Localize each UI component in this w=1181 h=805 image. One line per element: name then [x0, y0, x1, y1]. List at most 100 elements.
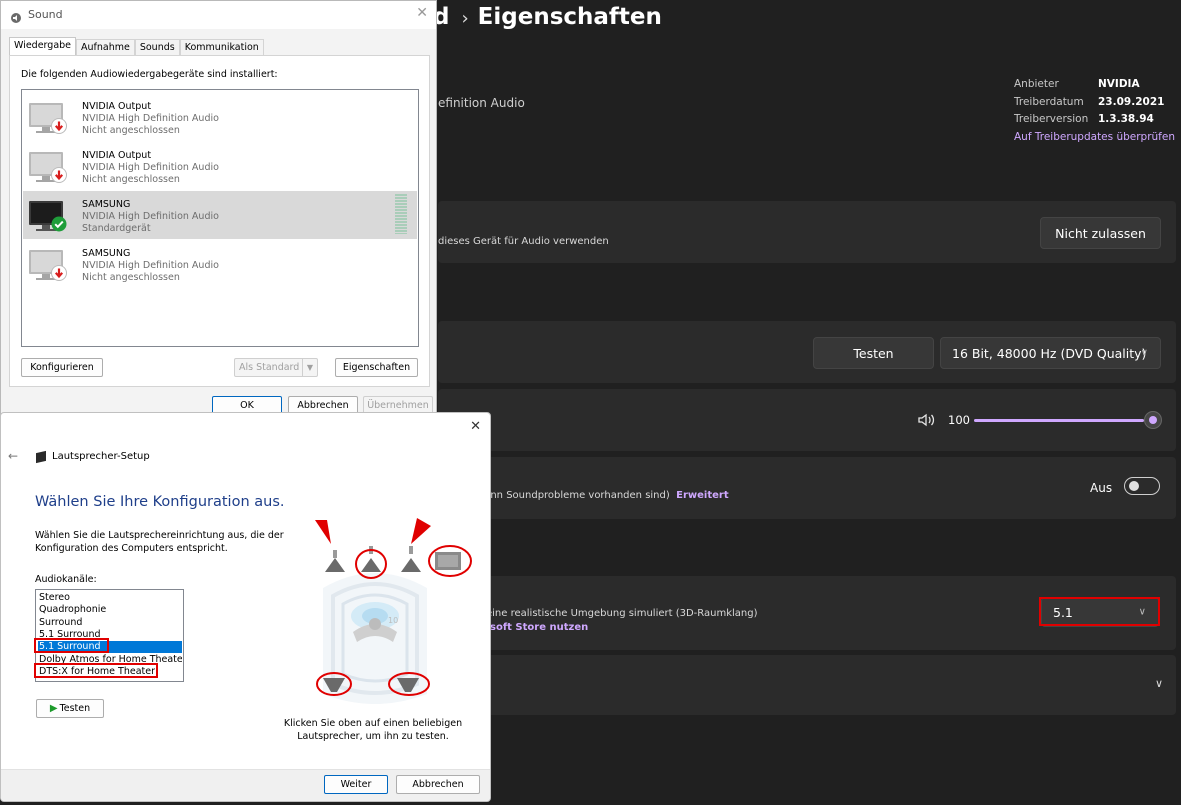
highlight-dtsx	[34, 663, 158, 678]
device-name: NVIDIA Output	[82, 101, 152, 112]
allow-audio-text: dieses Gerät für Audio verwenden	[438, 236, 609, 247]
sound-tabs: Wiedergabe Aufnahme Sounds Kommunikation	[9, 37, 264, 55]
speaker-diagram: 10	[315, 518, 472, 704]
format-card: Testen 16 Bit, 48000 Hz (DVD Quality) ∨	[438, 321, 1176, 383]
set-default-label: Als Standard	[239, 362, 300, 373]
set-default-button: Als Standard ▼	[234, 358, 318, 377]
svg-text:10: 10	[388, 616, 398, 625]
device-subtitle: efinition Audio	[438, 96, 525, 110]
volume-card: 100	[438, 389, 1176, 451]
cancel-button[interactable]: Abbrechen	[396, 775, 480, 794]
device-status: Nicht angeschlossen	[82, 125, 180, 136]
speaker-volume-icon	[918, 412, 936, 431]
playback-device-list[interactable]: NVIDIA Output NVIDIA High Definition Aud…	[21, 89, 419, 347]
configure-button[interactable]: Konfigurieren	[21, 358, 103, 377]
playback-panel: Die folgenden Audiowiedergabegeräte sind…	[9, 55, 430, 387]
list-item-surround[interactable]: Surround	[38, 617, 182, 629]
expander-card[interactable]: ∨	[438, 655, 1176, 715]
highlight-5-1-surround	[34, 638, 109, 653]
down-arrow-icon	[51, 118, 67, 138]
red-arrow-right-icon	[411, 518, 431, 544]
speaker-setup-icon	[36, 450, 46, 464]
test-button[interactable]: ▶ Testen	[36, 699, 104, 718]
device-driver: NVIDIA High Definition Audio	[82, 260, 219, 271]
front-left-speaker-icon	[325, 550, 345, 572]
test-format-button[interactable]: Testen	[813, 337, 934, 369]
driver-date-label: Treiberdatum	[1014, 95, 1084, 108]
properties-button[interactable]: Eigenschaften	[335, 358, 418, 377]
setup-heading: Wählen Sie Ihre Konfiguration aus.	[35, 494, 285, 510]
enhance-audio-card: halten, wenn Soundprobleme vorhanden sin…	[438, 457, 1176, 519]
format-value: 16 Bit, 48000 Hz (DVD Quality)	[952, 345, 1147, 361]
format-dropdown[interactable]: 16 Bit, 48000 Hz (DVD Quality) ∨	[940, 337, 1161, 369]
driver-update-link[interactable]: Auf Treiberupdates überprüfen	[1014, 131, 1175, 143]
device-driver: NVIDIA High Definition Audio	[82, 162, 219, 173]
page-title: Eigenschaften	[477, 4, 662, 30]
tab-communication[interactable]: Kommunikation	[179, 39, 264, 55]
devices-label: Die folgenden Audiowiedergabegeräte sind…	[21, 69, 278, 80]
tab-sounds[interactable]: Sounds	[134, 39, 180, 55]
front-right-speaker-icon	[401, 546, 421, 572]
list-item-device[interactable]: SAMSUNG NVIDIA High Definition Audio Nic…	[23, 240, 417, 288]
list-item-device[interactable]: NVIDIA Output NVIDIA High Definition Aud…	[23, 142, 417, 190]
allow-audio-card: dieses Gerät für Audio verwenden Nicht z…	[438, 201, 1176, 263]
down-arrow-icon	[51, 265, 67, 285]
device-name: NVIDIA Output	[82, 150, 152, 161]
list-item-device[interactable]: NVIDIA Output NVIDIA High Definition Aud…	[23, 93, 417, 141]
tab-recording[interactable]: Aufnahme	[76, 39, 135, 55]
checkmark-icon	[51, 216, 67, 236]
device-name: SAMSUNG	[82, 248, 131, 259]
sound-titlebar: Sound ✕	[1, 1, 436, 29]
setup-hint: Klicken Sie oben auf einen beliebigen La…	[283, 718, 463, 742]
close-icon[interactable]: ✕	[470, 419, 481, 434]
device-status: Nicht angeschlossen	[82, 174, 180, 185]
driver-info: Anbieter NVIDIA Treiberdatum 23.09.2021 Tr…	[1014, 76, 1175, 146]
close-icon[interactable]: ✕	[416, 5, 428, 21]
chevron-down-icon: ▼	[302, 359, 317, 376]
sound-dialog-title: Sound	[28, 8, 63, 21]
spatial-sound-card: eine realistische Umgebung simuliert (3D…	[438, 576, 1176, 650]
vendor-value: NVIDIA	[1098, 78, 1140, 90]
sound-dialog: Sound ✕ Wiedergabe Aufnahme Sounds Kommu…	[0, 0, 437, 420]
test-button-label: Testen	[59, 703, 91, 714]
dialog-footer: Weiter Abbrechen	[1, 769, 490, 801]
driver-version-value: 1.3.38.94	[1098, 113, 1154, 125]
device-status: Nicht angeschlossen	[82, 272, 180, 283]
next-button[interactable]: Weiter	[324, 775, 388, 794]
volume-slider-thumb[interactable]	[1144, 411, 1162, 429]
subwoofer-icon	[435, 552, 461, 570]
store-link[interactable]: soft Store nutzen	[490, 622, 588, 633]
red-arrow-left-icon	[315, 520, 331, 544]
breadcrumb: d › Eigenschaften	[433, 4, 662, 30]
disallow-button[interactable]: Nicht zulassen	[1040, 217, 1161, 249]
breadcrumb-separator: ›	[461, 8, 469, 29]
setup-description: Wählen Sie die Lautsprechereinrichtung a…	[35, 530, 284, 554]
speaker-setup-dialog: ✕ ← Lautsprecher-Setup Wählen Sie Ihre K…	[0, 412, 491, 802]
speaker-app-icon	[10, 9, 22, 23]
driver-version-label: Treiberversion	[1014, 113, 1089, 125]
device-driver: NVIDIA High Definition Audio	[82, 211, 219, 222]
vendor-label: Anbieter	[1014, 78, 1059, 90]
volume-level-meter	[395, 194, 407, 234]
tab-playback[interactable]: Wiedergabe	[9, 37, 77, 55]
play-icon: ▶	[49, 703, 58, 714]
down-arrow-icon	[51, 167, 67, 187]
back-arrow-icon[interactable]: ←	[8, 449, 18, 463]
chevron-down-icon[interactable]: ∨	[1155, 677, 1163, 690]
advanced-link[interactable]: Erweitert	[676, 490, 729, 501]
chevron-down-icon: ∨	[1140, 347, 1148, 359]
volume-value: 100	[948, 413, 970, 427]
enhance-audio-toggle[interactable]	[1124, 477, 1160, 495]
volume-slider-track[interactable]	[974, 419, 1144, 422]
highlight-spatial-dropdown	[1039, 597, 1160, 626]
device-name: SAMSUNG	[82, 199, 131, 210]
speaker-setup-title: Lautsprecher-Setup	[52, 451, 150, 462]
list-item-quadrophonie[interactable]: Quadrophonie	[38, 604, 182, 616]
driver-date-value: 23.09.2021	[1098, 95, 1165, 108]
list-item-device-selected[interactable]: SAMSUNG NVIDIA High Definition Audio Sta…	[23, 191, 417, 239]
device-status: Standardgerät	[82, 223, 151, 234]
enhance-state: Aus	[1090, 481, 1113, 495]
device-driver: NVIDIA High Definition Audio	[82, 113, 219, 124]
spatial-sound-text: eine realistische Umgebung simuliert (3D…	[486, 608, 758, 619]
list-item-stereo[interactable]: Stereo	[38, 592, 182, 604]
